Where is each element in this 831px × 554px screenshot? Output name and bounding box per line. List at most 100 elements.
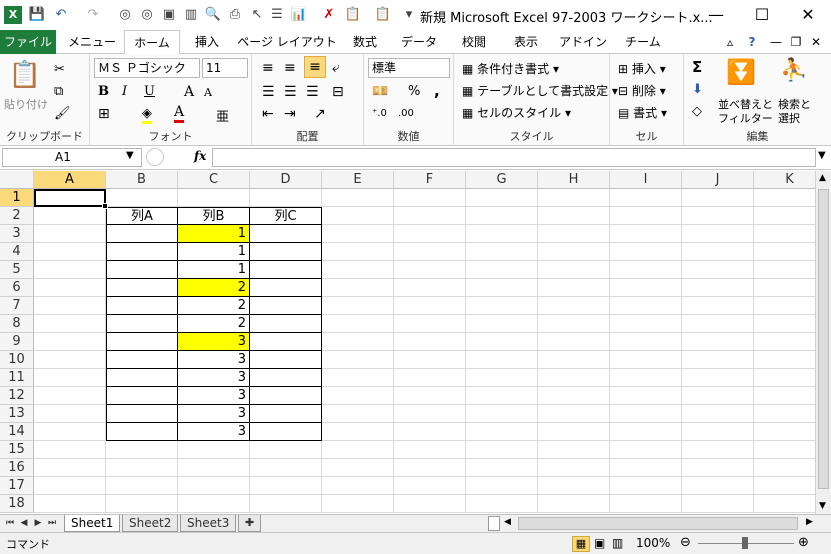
row-header-1[interactable]: 1 (0, 189, 34, 207)
cell-k17[interactable] (754, 477, 815, 495)
row-header-14[interactable]: 14 (0, 423, 34, 441)
format-cells-button[interactable]: ▤ 書式 ▾ (618, 104, 667, 121)
cell-j8[interactable] (682, 315, 754, 333)
cell-j6[interactable] (682, 279, 754, 297)
column-header-g[interactable]: G (466, 171, 538, 189)
row-header-5[interactable]: 5 (0, 261, 34, 279)
cell-j16[interactable] (682, 459, 754, 477)
name-box[interactable]: A1 (2, 148, 142, 167)
cell-k2[interactable] (754, 207, 815, 225)
sheet-tab-1[interactable]: Sheet1 (64, 515, 121, 532)
font-name-select[interactable]: ＭＳ Ｐゴシック (94, 58, 200, 78)
cell-f1[interactable] (394, 189, 466, 207)
column-header-d[interactable]: D (250, 171, 322, 189)
align-icon[interactable]: ☰ (268, 6, 286, 24)
cell-f16[interactable] (394, 459, 466, 477)
cell-h17[interactable] (538, 477, 610, 495)
cell-g15[interactable] (466, 441, 538, 459)
cell-i4[interactable] (610, 243, 682, 261)
align-middle-icon[interactable]: ≡ (284, 60, 296, 76)
hscroll-left-icon[interactable]: ◀ (504, 517, 511, 527)
scroll-thumb[interactable] (818, 189, 829, 489)
cell-f7[interactable] (394, 297, 466, 315)
cell-a2[interactable] (34, 207, 106, 225)
cell-f13[interactable] (394, 405, 466, 423)
cell-e2[interactable] (322, 207, 394, 225)
cell-b13[interactable] (106, 405, 178, 423)
merge-icon[interactable]: ⊟ (332, 84, 344, 100)
cell-d3[interactable] (250, 225, 322, 243)
print-icon[interactable]: ⎙ (226, 6, 244, 24)
cell-b6[interactable] (106, 279, 178, 297)
cell-b14[interactable] (106, 423, 178, 441)
cell-k8[interactable] (754, 315, 815, 333)
row-header-15[interactable]: 15 (0, 441, 34, 459)
row-header-2[interactable]: 2 (0, 207, 34, 225)
cell-g13[interactable] (466, 405, 538, 423)
zoom-in-icon[interactable]: ⊕ (798, 535, 809, 550)
sheet-tab-2[interactable]: Sheet2 (122, 515, 179, 532)
column-header-f[interactable]: F (394, 171, 466, 189)
cell-k1[interactable] (754, 189, 815, 207)
align-right-icon[interactable]: ☰ (306, 84, 319, 100)
row-header-3[interactable]: 3 (0, 225, 34, 243)
underline-button[interactable]: U (144, 84, 155, 99)
cell-f4[interactable] (394, 243, 466, 261)
column-header-a[interactable]: A (34, 171, 106, 189)
cell-i18[interactable] (610, 495, 682, 513)
hscroll-thumb[interactable] (518, 517, 798, 530)
cell-j15[interactable] (682, 441, 754, 459)
cell-g5[interactable] (466, 261, 538, 279)
cell-b5[interactable] (106, 261, 178, 279)
row-header-9[interactable]: 9 (0, 333, 34, 351)
row-header-11[interactable]: 11 (0, 369, 34, 387)
cell-i9[interactable] (610, 333, 682, 351)
conditional-format-button[interactable]: ▦ 条件付き書式 ▾ (462, 60, 559, 77)
cell-d9[interactable] (250, 333, 322, 351)
shrink-font-button[interactable]: A (204, 86, 212, 99)
tab-menu[interactable]: メニュー (60, 30, 124, 54)
cell-f2[interactable] (394, 207, 466, 225)
cell-b7[interactable] (106, 297, 178, 315)
tab-addins[interactable]: アドイン (552, 30, 614, 54)
cell-k7[interactable] (754, 297, 815, 315)
cell-e13[interactable] (322, 405, 394, 423)
cell-a15[interactable] (34, 441, 106, 459)
name-box-dropdown-icon[interactable]: ▼ (126, 150, 134, 161)
sheet-tab-3[interactable]: Sheet3 (180, 515, 237, 532)
cell-d8[interactable] (250, 315, 322, 333)
cell-b1[interactable] (106, 189, 178, 207)
cell-h4[interactable] (538, 243, 610, 261)
cell-d15[interactable] (250, 441, 322, 459)
cell-d7[interactable] (250, 297, 322, 315)
scroll-down-icon[interactable]: ▼ (819, 501, 826, 511)
cell-k10[interactable] (754, 351, 815, 369)
cell-h7[interactable] (538, 297, 610, 315)
cell-d13[interactable] (250, 405, 322, 423)
cell-b17[interactable] (106, 477, 178, 495)
cell-i14[interactable] (610, 423, 682, 441)
cell-b18[interactable] (106, 495, 178, 513)
fill-color-icon[interactable]: ◈ (142, 106, 152, 124)
cell-a1[interactable] (34, 189, 108, 209)
cell-c9[interactable]: 3 (178, 333, 250, 351)
prev-sheet-icon[interactable]: ◀ (18, 516, 30, 531)
increase-indent-icon[interactable]: ⇥ (284, 106, 296, 122)
cell-i10[interactable] (610, 351, 682, 369)
cell-h18[interactable] (538, 495, 610, 513)
cell-h16[interactable] (538, 459, 610, 477)
cell-g12[interactable] (466, 387, 538, 405)
column-header-c[interactable]: C (178, 171, 250, 189)
cell-i8[interactable] (610, 315, 682, 333)
cell-i16[interactable] (610, 459, 682, 477)
cell-f10[interactable] (394, 351, 466, 369)
cell-f8[interactable] (394, 315, 466, 333)
cell-b16[interactable] (106, 459, 178, 477)
cell-i2[interactable] (610, 207, 682, 225)
sort-filter-icon[interactable]: ⏬ (726, 58, 756, 86)
find-select-label-2[interactable]: 選択 (778, 110, 800, 126)
forward-icon[interactable]: ◎ (138, 6, 156, 24)
cell-b11[interactable] (106, 369, 178, 387)
cell-e16[interactable] (322, 459, 394, 477)
cell-i1[interactable] (610, 189, 682, 207)
